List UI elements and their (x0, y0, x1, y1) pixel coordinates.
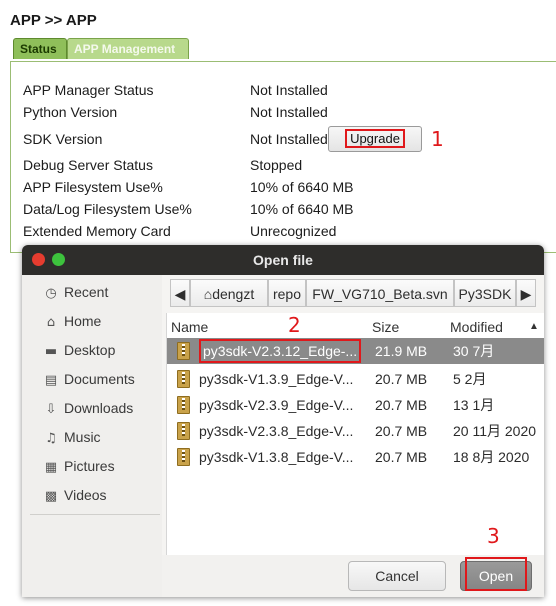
sidebar-divider (30, 514, 160, 515)
film-icon: ▩ (44, 489, 58, 504)
sidebar-item-label: Documents (64, 371, 135, 387)
sidebar-item-home[interactable]: ⌂ Home (42, 309, 102, 333)
annotation-marker: 1 (431, 127, 444, 151)
path-forward-arrow-icon[interactable]: ▶ (516, 279, 536, 307)
sidebar-item-downloads[interactable]: ⇩ Downloads (42, 396, 134, 420)
breadcrumb: APP >> APP (10, 12, 97, 29)
file-row[interactable]: py3sdk-V2.3.8_Edge-V... 20.7 MB 20 11月 2… (167, 418, 544, 444)
file-modified: 30 7月 (453, 343, 495, 359)
file-name: py3sdk-V1.3.8_Edge-V... (199, 449, 354, 465)
sort-ascending-icon: ▲ (529, 321, 539, 332)
status-label: Data/Log Filesystem Use% (23, 201, 192, 217)
file-size: 20.7 MB (375, 397, 428, 413)
annotation-marker: 3 (487, 524, 500, 548)
sidebar-item-label: Music (64, 429, 101, 445)
path-bar: ◀ ⌂dengzt repo FW_VG710_Beta.svn Py3SDK … (170, 279, 544, 307)
tab-app-management[interactable]: APP Management (67, 38, 189, 59)
file-name: py3sdk-V2.3.8_Edge-V... (199, 423, 354, 439)
file-row[interactable]: py3sdk-V1.3.9_Edge-V... 20.7 MB 5 2月 (167, 366, 544, 392)
column-header-modified[interactable]: Modified (450, 316, 503, 338)
home-icon: ⌂ (203, 286, 213, 302)
status-label: Extended Memory Card (23, 223, 171, 239)
home-icon: ⌂ (46, 315, 56, 330)
cancel-button[interactable]: Cancel (348, 561, 446, 591)
column-header-size[interactable]: Size (372, 316, 399, 338)
close-icon[interactable] (32, 253, 45, 266)
maximize-icon[interactable] (52, 253, 65, 266)
file-row-selected[interactable]: py3sdk-V2.3.12_Edge-... 21.9 MB 30 7月 (167, 338, 544, 364)
sidebar-item-label: Videos (64, 487, 107, 503)
sidebar-item-desktop[interactable]: ▬ Desktop (42, 338, 116, 362)
download-icon: ⇩ (45, 402, 57, 417)
places-sidebar: ◷ Recent ⌂ Home ▬ Desktop ▤ Documents ⇩ Downl… (22, 275, 162, 597)
file-row[interactable]: py3sdk-V2.3.9_Edge-V... 20.7 MB 13 1月 (167, 392, 544, 418)
archive-icon (177, 422, 190, 440)
file-modified: 13 1月 (453, 397, 495, 413)
file-size: 20.7 MB (375, 449, 428, 465)
path-segment-label: dengzt (212, 286, 255, 302)
file-list: Name Size Modified ▲ py3sdk-V2.3.12_Edge… (166, 313, 544, 555)
status-value: Unrecognized (250, 223, 337, 239)
archive-icon (177, 396, 190, 414)
status-value: 10% of 6640 MB (250, 179, 354, 195)
status-label: Debug Server Status (23, 157, 153, 173)
file-row[interactable]: py3sdk-V1.3.8_Edge-V... 20.7 MB 18 8月 20… (167, 444, 544, 470)
file-modified: 18 8月 2020 (453, 449, 530, 465)
sidebar-item-label: Home (64, 313, 102, 329)
path-segment[interactable]: FW_VG710_Beta.svn (306, 279, 454, 307)
open-file-dialog: Open file ◷ Recent ⌂ Home ▬ Desktop ▤ Docume… (22, 245, 544, 597)
sidebar-item-label: Desktop (64, 342, 116, 358)
column-header-name[interactable]: Name (171, 316, 208, 338)
sidebar-item-documents[interactable]: ▤ Documents (42, 367, 135, 391)
sidebar-item-music[interactable]: ♫ Music (42, 425, 101, 449)
annotation-marker: 2 (288, 313, 301, 337)
path-back-arrow-icon[interactable]: ◀ (170, 279, 190, 307)
path-segment-home[interactable]: ⌂dengzt (190, 279, 268, 307)
folder-icon: ▬ (44, 344, 58, 359)
sidebar-item-pictures[interactable]: ▦ Pictures (42, 454, 115, 478)
sidebar-item-label: Pictures (64, 458, 115, 474)
status-value: Not Installed (250, 82, 328, 98)
status-label: APP Manager Status (23, 82, 154, 98)
document-icon: ▤ (44, 373, 58, 388)
status-value: Stopped (250, 157, 303, 173)
sidebar-item-label: Downloads (64, 400, 134, 416)
sidebar-item-recent[interactable]: ◷ Recent (42, 280, 108, 304)
path-segment[interactable]: repo (268, 279, 306, 307)
archive-icon (177, 342, 190, 360)
open-button-highlight (465, 557, 527, 591)
status-label: Python Version (23, 104, 118, 120)
file-modified: 20 11月 2020 (453, 423, 537, 439)
clock-icon: ◷ (45, 286, 57, 301)
status-value: 10% of 6640 MB (250, 201, 354, 217)
file-name: py3sdk-V1.3.9_Edge-V... (199, 371, 354, 387)
tab-status[interactable]: Status (13, 38, 67, 59)
file-size: 20.7 MB (375, 371, 428, 387)
status-value: Not Installed (250, 131, 328, 147)
image-icon: ▦ (44, 460, 58, 475)
archive-icon (177, 448, 190, 466)
dialog-title: Open file (22, 245, 544, 275)
file-size: 21.9 MB (375, 343, 428, 359)
archive-icon (177, 370, 190, 388)
file-name: py3sdk-V2.3.12_Edge-... (199, 338, 362, 364)
status-value: Not Installed (250, 104, 328, 120)
upgrade-button-label: Upgrade (345, 129, 405, 148)
status-label: APP Filesystem Use% (23, 179, 163, 195)
music-icon: ♫ (45, 431, 57, 446)
upgrade-button[interactable]: Upgrade (328, 126, 422, 152)
file-name: py3sdk-V2.3.9_Edge-V... (199, 397, 354, 413)
file-size: 20.7 MB (375, 423, 428, 439)
sidebar-item-label: Recent (64, 284, 109, 300)
path-segment[interactable]: Py3SDK (454, 279, 516, 307)
sidebar-item-videos[interactable]: ▩ Videos (42, 483, 107, 507)
status-label: SDK Version (23, 131, 103, 147)
file-modified: 5 2月 (453, 371, 487, 387)
